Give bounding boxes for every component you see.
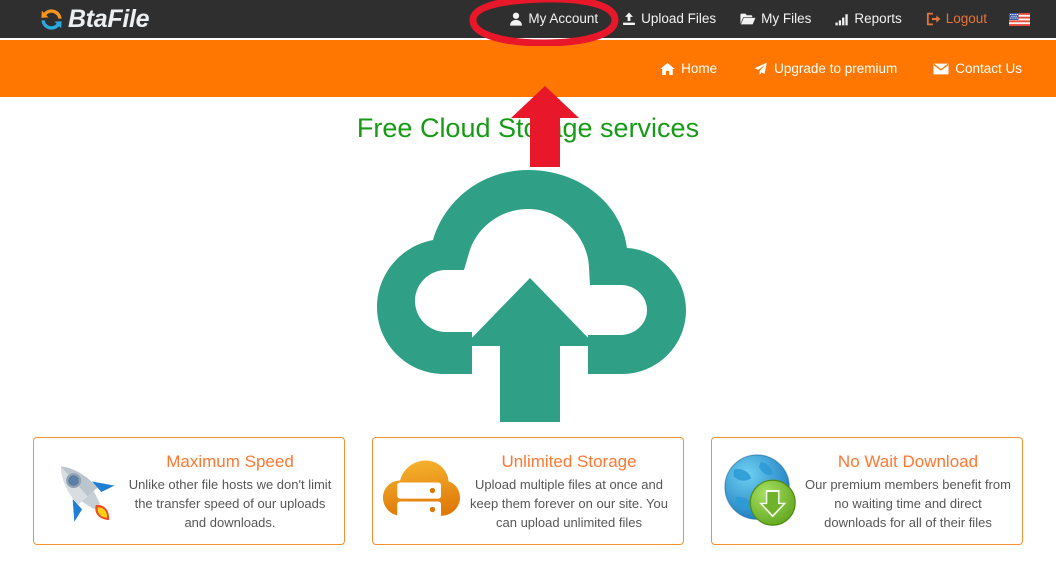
feature-card-unlimited-storage: Unlimited Storage Upload multiple files … (372, 437, 684, 545)
nav-contact-us-label: Contact Us (955, 61, 1022, 76)
nav-reports-label: Reports (854, 11, 902, 26)
bar-chart-icon (835, 13, 849, 25)
feature-cards: Maximum Speed Unlike other file hosts we… (33, 437, 1023, 545)
folder-icon (740, 13, 756, 25)
feature-title: No Wait Download (837, 451, 979, 471)
feature-title: Unlimited Storage (501, 451, 637, 471)
user-icon (510, 12, 523, 26)
top-header-bar: BtaFile My Account Upload Files My Files… (0, 0, 1056, 38)
nav-logout[interactable]: Logout (914, 0, 999, 38)
feature-card-body: No Wait Download Our premium members ben… (804, 451, 1016, 532)
nav-upgrade-premium[interactable]: Upgrade to premium (735, 61, 915, 76)
nav-reports[interactable]: Reports (823, 0, 913, 38)
cloud-server-icon (379, 448, 465, 534)
feature-title: Maximum Speed (166, 451, 294, 471)
nav-home-label: Home (681, 61, 718, 76)
nav-contact-us[interactable]: Contact Us (915, 61, 1040, 76)
sign-out-icon (926, 12, 941, 26)
orange-navigation-bar: Home Upgrade to premium Contact Us (0, 40, 1056, 97)
rocket-paper-plane-icon (754, 62, 767, 75)
nav-my-account[interactable]: My Account (497, 0, 610, 38)
brand-name: BtaFile (68, 4, 150, 33)
brand-logo[interactable]: BtaFile (38, 2, 150, 36)
nav-home[interactable]: Home (642, 61, 735, 76)
nav-my-files-label: My Files (761, 11, 812, 26)
feature-card-maximum-speed: Maximum Speed Unlike other file hosts we… (33, 437, 345, 545)
envelope-icon (933, 63, 949, 74)
nav-my-files[interactable]: My Files (728, 0, 823, 38)
nav-upload-files-label: Upload Files (641, 11, 717, 26)
page-root: BtaFile My Account Upload Files My Files… (0, 0, 1056, 566)
nav-language-flag[interactable] (999, 0, 1040, 38)
cloud-upload-graphic (377, 170, 686, 422)
feature-card-body: Unlimited Storage Upload multiple files … (465, 451, 677, 532)
feature-description: Unlike other file hosts we don't limit t… (128, 476, 332, 530)
top-navigation: My Account Upload Files My Files Reports… (497, 0, 1056, 38)
feature-description: Upload multiple files at once and keep t… (469, 476, 668, 530)
rocket-icon (40, 448, 126, 534)
home-icon (660, 62, 675, 75)
nav-upgrade-premium-label: Upgrade to premium (774, 61, 898, 76)
nav-logout-label: Logout (945, 11, 987, 26)
nav-upload-files[interactable]: Upload Files (610, 0, 728, 38)
page-title: Free Cloud Storage services (356, 113, 700, 143)
nav-my-account-label: My Account (528, 11, 599, 26)
globe-download-icon (718, 448, 804, 534)
feature-description: Our premium members benefit from no wait… (805, 476, 1011, 530)
sync-refresh-icon (41, 8, 62, 30)
orange-navigation: Home Upgrade to premium Contact Us (642, 40, 1040, 97)
feature-card-no-wait-download: No Wait Download Our premium members ben… (711, 437, 1023, 545)
upload-icon (623, 12, 636, 25)
feature-card-body: Maximum Speed Unlike other file hosts we… (126, 451, 338, 532)
us-flag-icon (1009, 12, 1030, 26)
